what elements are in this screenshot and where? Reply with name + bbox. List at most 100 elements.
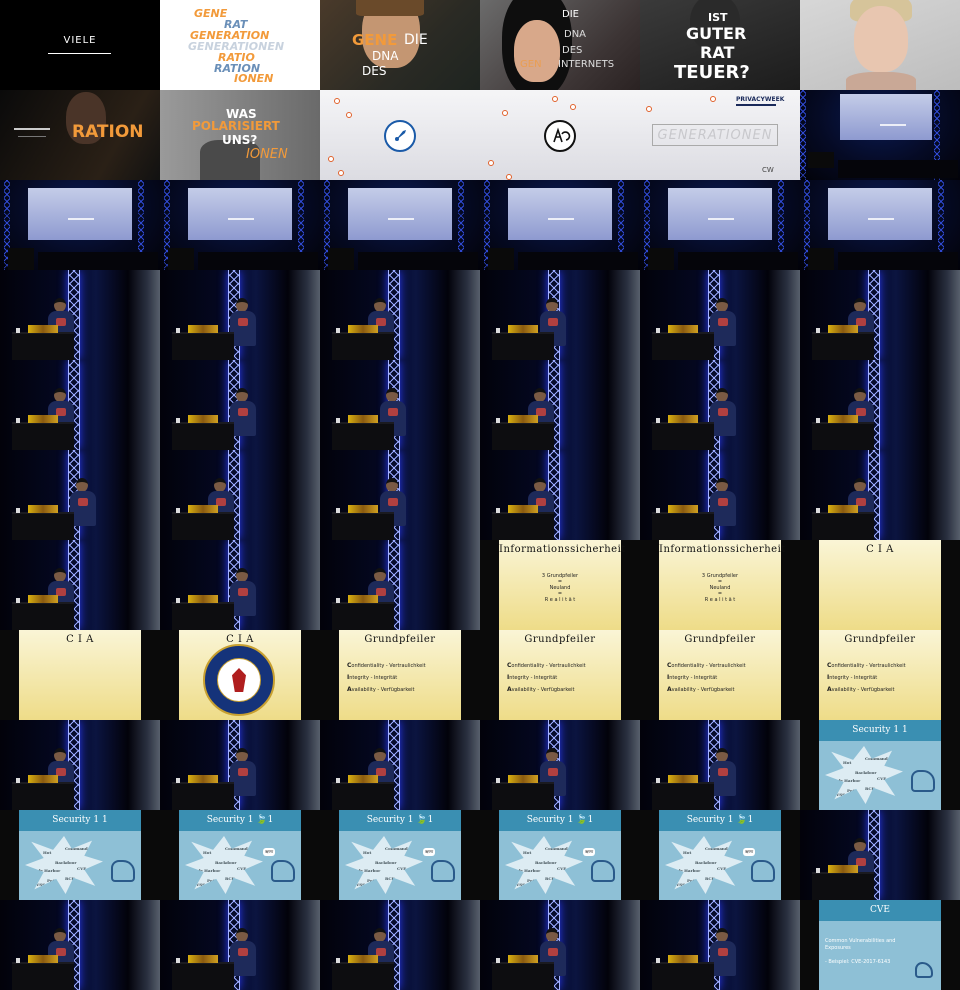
speaker-close-shot[interactable] [480, 900, 640, 990]
title-card-wordplay[interactable]: GENE RAT GENERATION GENERATIONEN RATIO R… [160, 0, 320, 90]
slide-security-leaf[interactable]: Security 1 🍃1 Hot Command Backdoor Safe … [160, 810, 320, 900]
speaker-close-shot[interactable] [320, 900, 480, 990]
slide-title: Informationssicherheit [499, 544, 626, 555]
slide-grundpfeiler[interactable]: Grundpfeiler Confidentiality - Vertrauli… [800, 630, 960, 720]
slide-security-leaf[interactable]: Security 1 🍃1 Hot Command Backdoor Safe … [480, 810, 640, 900]
burst-word: RCE [545, 876, 555, 881]
speaker-close-shot[interactable] [160, 540, 320, 630]
speaker-close-shot[interactable] [640, 720, 800, 810]
word-gene: GENE [194, 7, 228, 20]
word-ionen: IONEN [234, 72, 274, 85]
slide-cia[interactable]: C I A [0, 630, 160, 720]
burst-word: Backdoor [855, 770, 877, 775]
slide-security[interactable]: Security 1 1 Hot Command Backdoor Safe H… [0, 810, 160, 900]
title-card-ration[interactable]: RATION [0, 90, 160, 180]
projection-screen [188, 188, 292, 240]
slide-cia[interactable]: C I A [800, 540, 960, 630]
stage-wide-shot[interactable] [800, 180, 960, 270]
title-card-gene-dna[interactable]: GENE DIE DNA DES [320, 0, 480, 90]
speaker-close-shot[interactable] [160, 720, 320, 810]
title-card-dna-internet[interactable]: DIE DNA DES GEN INTERNETS [480, 0, 640, 90]
burst-word: Safe Harbor [353, 868, 381, 873]
burst-word: Hot [843, 760, 852, 765]
speaker-close-shot[interactable] [0, 450, 160, 540]
cup-image [336, 508, 340, 513]
title-card-guter-rat[interactable]: IST GUTER RAT TEUER? [640, 0, 800, 90]
speaker-close-shot[interactable] [320, 540, 480, 630]
speaker-close-shot[interactable] [160, 360, 320, 450]
speaker-close-shot[interactable] [160, 270, 320, 360]
privacyweek-slide-signal[interactable] [480, 90, 640, 180]
mirrored-text-strip [18, 136, 46, 137]
slide-page: Grundpfeiler Confidentiality - Vertrauli… [819, 630, 941, 720]
stage-wide-shot[interactable] [0, 180, 160, 270]
laptop-image [188, 415, 218, 423]
speaker-close-shot[interactable] [320, 270, 480, 360]
slide-cia-seal[interactable]: C I A [160, 630, 320, 720]
title-card-polarisiert[interactable]: WAS POLARISIERT UNS? IONEN [160, 90, 320, 180]
slide-grundpfeiler[interactable]: Grundpfeiler Confidentiality - Vertrauli… [640, 630, 800, 720]
slide-grundpfeiler[interactable]: Grundpfeiler Confidentiality - Vertrauli… [320, 630, 480, 720]
word-dna: DNA [372, 49, 399, 63]
privacyweek-slide-rocket[interactable] [320, 90, 480, 180]
speaker-close-shot[interactable] [480, 450, 640, 540]
slide-title: Security 1 🍃1 [179, 810, 301, 831]
horse-icon [111, 860, 135, 882]
speaker-close-shot[interactable] [320, 450, 480, 540]
speaker-close-shot[interactable] [480, 360, 640, 450]
speaker-close-shot[interactable] [800, 270, 960, 360]
speaker-close-shot[interactable] [800, 810, 960, 900]
speaker-close-shot[interactable] [160, 450, 320, 540]
speaker-close-shot[interactable] [320, 360, 480, 450]
burst-word: RCE [865, 786, 875, 791]
word-ist: IST [708, 11, 728, 24]
audience-seats [38, 252, 158, 270]
lectern [332, 332, 394, 360]
slide-title: Security 1 🍃1 [499, 810, 621, 831]
slide-title: C I A [866, 544, 894, 555]
speaker-close-shot[interactable] [480, 270, 640, 360]
speaker-close-shot[interactable] [0, 540, 160, 630]
burst-word: CVE [397, 866, 407, 871]
audience-seats [838, 160, 958, 178]
slide-grundpfeiler[interactable]: Grundpfeiler Confidentiality - Vertrauli… [480, 630, 640, 720]
slide-page: Security 1 1 Hot Command Backdoor Safe H… [19, 810, 141, 900]
speaker-close-shot[interactable] [640, 900, 800, 990]
slide-informationssicherheit[interactable]: Informationssicherheit 3 Grundpfeiler = … [640, 540, 800, 630]
burst-word: PoC [367, 878, 376, 883]
cup-image [176, 328, 180, 333]
title-card-viele[interactable]: VIELE [0, 0, 160, 90]
speaker-close-shot[interactable] [0, 720, 160, 810]
stage-wide-shot[interactable] [320, 180, 480, 270]
speaker-close-shot[interactable] [640, 450, 800, 540]
portrait-woman[interactable] [800, 0, 960, 90]
speaker-close-shot[interactable] [640, 270, 800, 360]
speaker-close-shot[interactable] [0, 360, 160, 450]
cup-image [496, 778, 500, 783]
slide-informationssicherheit[interactable]: Informationssicherheit 3 Grundpfeiler = … [480, 540, 640, 630]
cup-image [176, 958, 180, 963]
burst-word: Hot [43, 850, 52, 855]
burst-word: CVE [557, 866, 567, 871]
speaker-close-shot[interactable] [800, 360, 960, 450]
speaker-close-shot[interactable] [160, 900, 320, 990]
slide-security-leaf[interactable]: Security 1 🍃1 Hot Command Backdoor Safe … [320, 810, 480, 900]
laptop-image [668, 415, 698, 423]
speaker-close-shot[interactable] [640, 360, 800, 450]
slide-cve[interactable]: CVE Common Vulnerabilities and Exposures… [800, 900, 960, 990]
slide-security[interactable]: Security 1 1 Hot Command Backdoor Safe H… [800, 720, 960, 810]
stage-wide-shot[interactable] [640, 180, 800, 270]
speaker-close-shot[interactable] [480, 720, 640, 810]
stage-wide-shot[interactable] [480, 180, 640, 270]
privacyweek-slide-generationen[interactable]: PRIVACYWEEK GENERATIONEN CW [640, 90, 800, 180]
word-die: DIE [404, 32, 428, 48]
slide-security-leaf[interactable]: Security 1 🍃1 Hot Command Backdoor Safe … [640, 810, 800, 900]
stage-wide-shot[interactable] [160, 180, 320, 270]
stage-wide-shot[interactable] [800, 90, 960, 180]
speaker-close-shot[interactable] [0, 900, 160, 990]
speaker-close-shot[interactable] [0, 270, 160, 360]
list-item: ntegrity - Integrität [509, 675, 558, 681]
cup-image [656, 778, 660, 783]
speaker-close-shot[interactable] [800, 450, 960, 540]
speaker-close-shot[interactable] [320, 720, 480, 810]
